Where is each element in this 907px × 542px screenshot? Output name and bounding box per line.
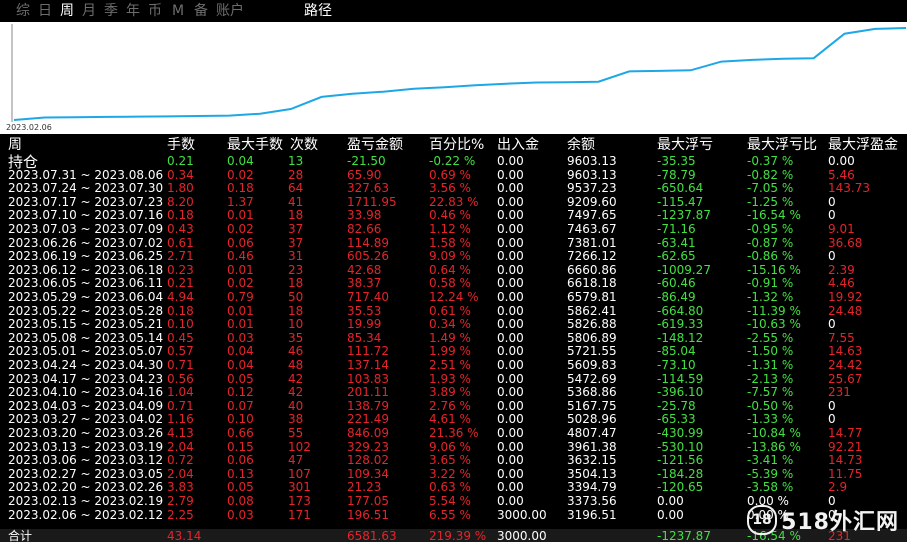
header-col-3: 次数 [290,137,318,153]
header-col-8: 最大浮亏 [657,137,713,153]
tab-2[interactable]: 周 [60,3,74,19]
tab-7[interactable]: M [172,3,184,19]
total-cell-col-6: 3000.00 [497,529,547,542]
total-cell-col-5: 219.39 % [429,529,487,542]
header-col-10: 最大浮盈金 [828,137,898,153]
equity-series-line [13,27,907,121]
cell-col-1: 2.25 [167,507,194,522]
cell-col-6: 3000.00 [497,507,547,522]
total-cell-col-8: -1237.87 [657,529,711,542]
cell-col-2: 0.03 [227,507,254,522]
tab-3[interactable]: 月 [82,3,96,19]
header-col-0: 周 [8,137,22,153]
equity-chart-svg: 2023.02.06 [6,24,907,132]
header-col-4: 盈亏金额 [347,137,403,153]
cell-col-7: 3196.51 [567,507,617,522]
cell-col-5: 6.55 % [429,507,471,522]
header-col-9: 最大浮亏比 [747,137,817,153]
tab-0[interactable]: 综 [16,3,30,19]
tab-4[interactable]: 季 [104,3,118,19]
header-col-1: 手数 [167,137,195,153]
watermark-logo-icon: 18 [747,505,778,535]
row-label: 2023.02.06 ~ 2023.02.12 [8,507,164,522]
equity-chart: 2023.02.06 [0,22,907,134]
tab-1[interactable]: 日 [38,3,52,19]
total-label: 合计 [8,529,33,542]
total-cell-col-1: 43.14 [167,529,202,542]
tab-8[interactable]: 备 [194,3,208,19]
header-col-6: 出入金 [497,137,539,153]
site-watermark: 18 518外汇网 [747,505,899,535]
watermark-text: 518外汇网 [781,510,899,535]
cell-col-8: 0.00 [657,507,684,522]
chart-x-start-label: 2023.02.06 [6,123,52,132]
period-tabs: 综日周月季年币 M 备账户 路径 [0,0,907,22]
header-col-2: 最大手数 [227,137,283,153]
header-col-7: 余额 [567,137,595,153]
weekly-report-table: 周手数 最大手数 次数 盈亏金额 百分比% 出入金 余额 最大浮亏 最大浮亏比 最大浮盈金 持仓 0… [0,134,907,542]
tab-6[interactable]: 币 [148,3,162,19]
path-label: 路径 [304,3,332,19]
tab-5[interactable]: 年 [126,3,140,19]
tab-9[interactable]: 账户 [216,3,244,19]
total-cell-col-4: 6581.63 [347,529,397,542]
cell-col-3: 171 [288,507,311,522]
header-col-5: 百分比% [429,137,485,153]
cell-col-4: 196.51 [347,507,389,522]
